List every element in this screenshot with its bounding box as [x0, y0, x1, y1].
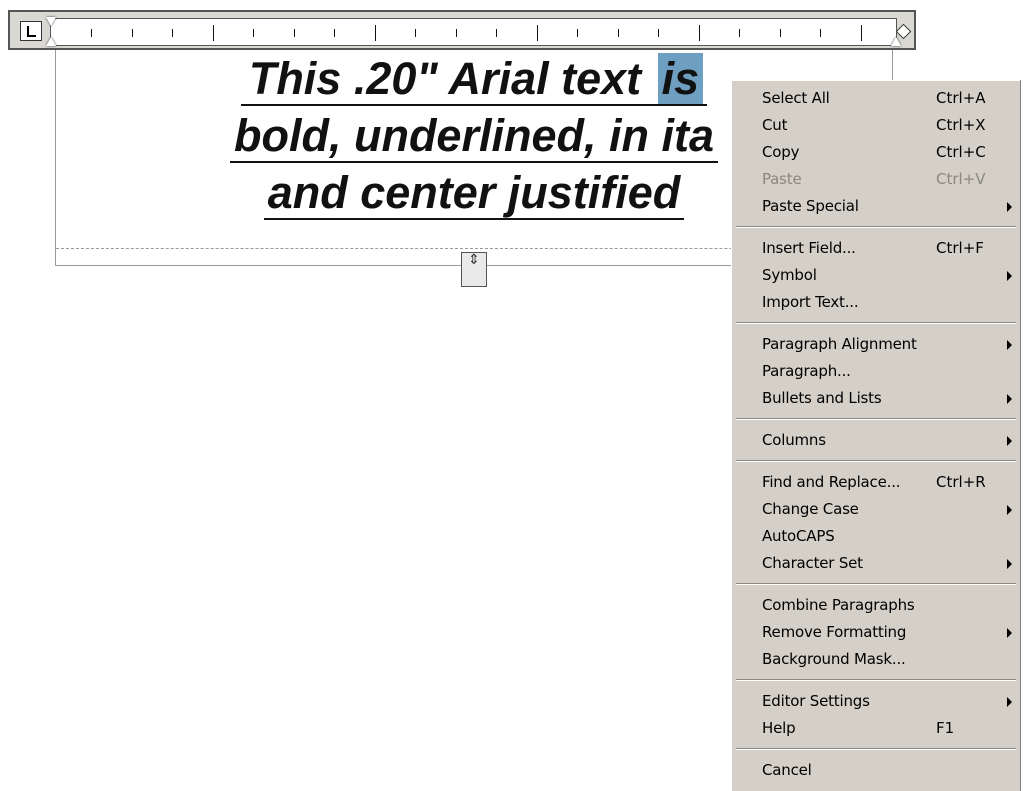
ruler-tick: [456, 29, 457, 37]
menu-separator: [736, 679, 1016, 681]
ruler-tick: [537, 25, 538, 41]
submenu-arrow-icon: [1007, 271, 1012, 281]
menu-item-change-case[interactable]: Change Case: [732, 496, 1020, 523]
menu-item-label: Insert Field...: [762, 239, 856, 257]
menu-item-label: Symbol: [762, 266, 817, 284]
ruler-tick: [618, 29, 619, 37]
menu-item-paragraph[interactable]: Paragraph...: [732, 358, 1020, 385]
menu-separator: [736, 460, 1016, 462]
ruler: [8, 10, 916, 50]
menu-item-cut[interactable]: Cut Ctrl+X: [732, 112, 1020, 139]
menu-item-shortcut: Ctrl+A: [936, 89, 986, 107]
first-line-indent-marker[interactable]: [46, 17, 56, 29]
menu-item-help[interactable]: Help F1: [732, 715, 1020, 742]
ruler-tick: [415, 29, 416, 37]
menu-item-label: AutoCAPS: [762, 527, 835, 545]
ruler-tick: [577, 29, 578, 37]
menu-item-label: Paragraph Alignment: [762, 335, 917, 353]
ruler-tick: [253, 29, 254, 37]
selected-text[interactable]: is: [657, 53, 704, 106]
menu-item-character-set[interactable]: Character Set: [732, 550, 1020, 577]
ruler-tick: [91, 29, 92, 37]
menu-item-import-text[interactable]: Import Text...: [732, 289, 1020, 316]
height-resize-handle-icon[interactable]: ⇕: [461, 252, 487, 287]
menu-item-label: Columns: [762, 431, 826, 449]
menu-item-find-and-replace[interactable]: Find and Replace... Ctrl+R: [732, 469, 1020, 496]
menu-item-cancel[interactable]: Cancel: [732, 757, 1020, 784]
menu-item-label: Editor Settings: [762, 692, 870, 710]
submenu-arrow-icon: [1007, 340, 1012, 350]
tab-type-selector-icon[interactable]: [20, 21, 42, 41]
menu-separator: [736, 226, 1016, 228]
ruler-tick: [334, 29, 335, 37]
right-indent-marker[interactable]: [891, 37, 901, 49]
menu-item-select-all[interactable]: Select All Ctrl+A: [732, 85, 1020, 112]
menu-item-label: Remove Formatting: [762, 623, 907, 641]
ruler-tick: [820, 29, 821, 37]
menu-item-label: Character Set: [762, 554, 863, 572]
ruler-tick: [739, 29, 740, 37]
menu-item-label: Change Case: [762, 500, 859, 518]
submenu-arrow-icon: [1007, 394, 1012, 404]
menu-item-label: Paragraph...: [762, 362, 851, 380]
submenu-arrow-icon: [1007, 559, 1012, 569]
menu-item-shortcut: Ctrl+C: [936, 143, 986, 161]
menu-item-combine-paragraphs[interactable]: Combine Paragraphs: [732, 592, 1020, 619]
menu-item-label: Cut: [762, 116, 788, 134]
submenu-arrow-icon: [1007, 697, 1012, 707]
ruler-tick: [658, 29, 659, 37]
menu-item-label: Import Text...: [762, 293, 859, 311]
menu-item-label: Background Mask...: [762, 650, 906, 668]
menu-item-label: Bullets and Lists: [762, 389, 882, 407]
menu-item-autocaps[interactable]: AutoCAPS: [732, 523, 1020, 550]
ruler-tick: [496, 29, 497, 37]
submenu-arrow-icon: [1007, 202, 1012, 212]
ruler-track[interactable]: [50, 18, 897, 46]
left-indent-marker[interactable]: [46, 37, 56, 49]
ruler-tick: [861, 25, 862, 41]
menu-item-paste[interactable]: Paste Ctrl+V: [732, 166, 1020, 193]
menu-item-label: Select All: [762, 89, 830, 107]
menu-item-label: Paste: [762, 170, 802, 188]
menu-item-remove-formatting[interactable]: Remove Formatting: [732, 619, 1020, 646]
text-line-2-content: bold, underlined, in ita: [230, 110, 718, 163]
menu-item-label: Copy: [762, 143, 800, 161]
ruler-tick: [213, 25, 214, 41]
menu-item-shortcut: F1: [936, 719, 955, 737]
ruler-tick: [172, 29, 173, 37]
menu-item-shortcut: Ctrl+X: [936, 116, 986, 134]
menu-item-copy[interactable]: Copy Ctrl+C: [732, 139, 1020, 166]
ruler-tick: [294, 29, 295, 37]
menu-item-label: Combine Paragraphs: [762, 596, 915, 614]
menu-item-shortcut: Ctrl+V: [936, 170, 986, 188]
ruler-tick: [132, 29, 133, 37]
context-menu: Select All Ctrl+A Cut Ctrl+X Copy Ctrl+C Paste…: [731, 80, 1020, 791]
menu-item-bullets-and-lists[interactable]: Bullets and Lists: [732, 385, 1020, 412]
menu-item-paragraph-alignment[interactable]: Paragraph Alignment: [732, 331, 1020, 358]
text-line-3-content: and center justified: [263, 167, 685, 220]
menu-item-symbol[interactable]: Symbol: [732, 262, 1020, 289]
ruler-tick: [699, 25, 700, 41]
menu-item-insert-field[interactable]: Insert Field... Ctrl+F: [732, 235, 1020, 262]
menu-item-label: Help: [762, 719, 796, 737]
menu-separator: [736, 322, 1016, 324]
menu-item-background-mask[interactable]: Background Mask...: [732, 646, 1020, 673]
menu-separator: [736, 583, 1016, 585]
menu-item-label: Paste Special: [762, 197, 859, 215]
text-line-1-content: This .20" Arial text: [244, 53, 658, 106]
submenu-arrow-icon: [1007, 628, 1012, 638]
menu-item-label: Cancel: [762, 761, 812, 779]
ruler-tick: [375, 25, 376, 41]
submenu-arrow-icon: [1007, 436, 1012, 446]
submenu-arrow-icon: [1007, 505, 1012, 515]
menu-item-editor-settings[interactable]: Editor Settings: [732, 688, 1020, 715]
menu-item-shortcut: Ctrl+R: [936, 473, 986, 491]
menu-separator: [736, 748, 1016, 750]
menu-separator: [736, 418, 1016, 420]
menu-item-shortcut: Ctrl+F: [936, 239, 984, 257]
ruler-tick: [780, 29, 781, 37]
menu-item-paste-special[interactable]: Paste Special: [732, 193, 1020, 220]
menu-item-columns[interactable]: Columns: [732, 427, 1020, 454]
menu-item-label: Find and Replace...: [762, 473, 901, 491]
